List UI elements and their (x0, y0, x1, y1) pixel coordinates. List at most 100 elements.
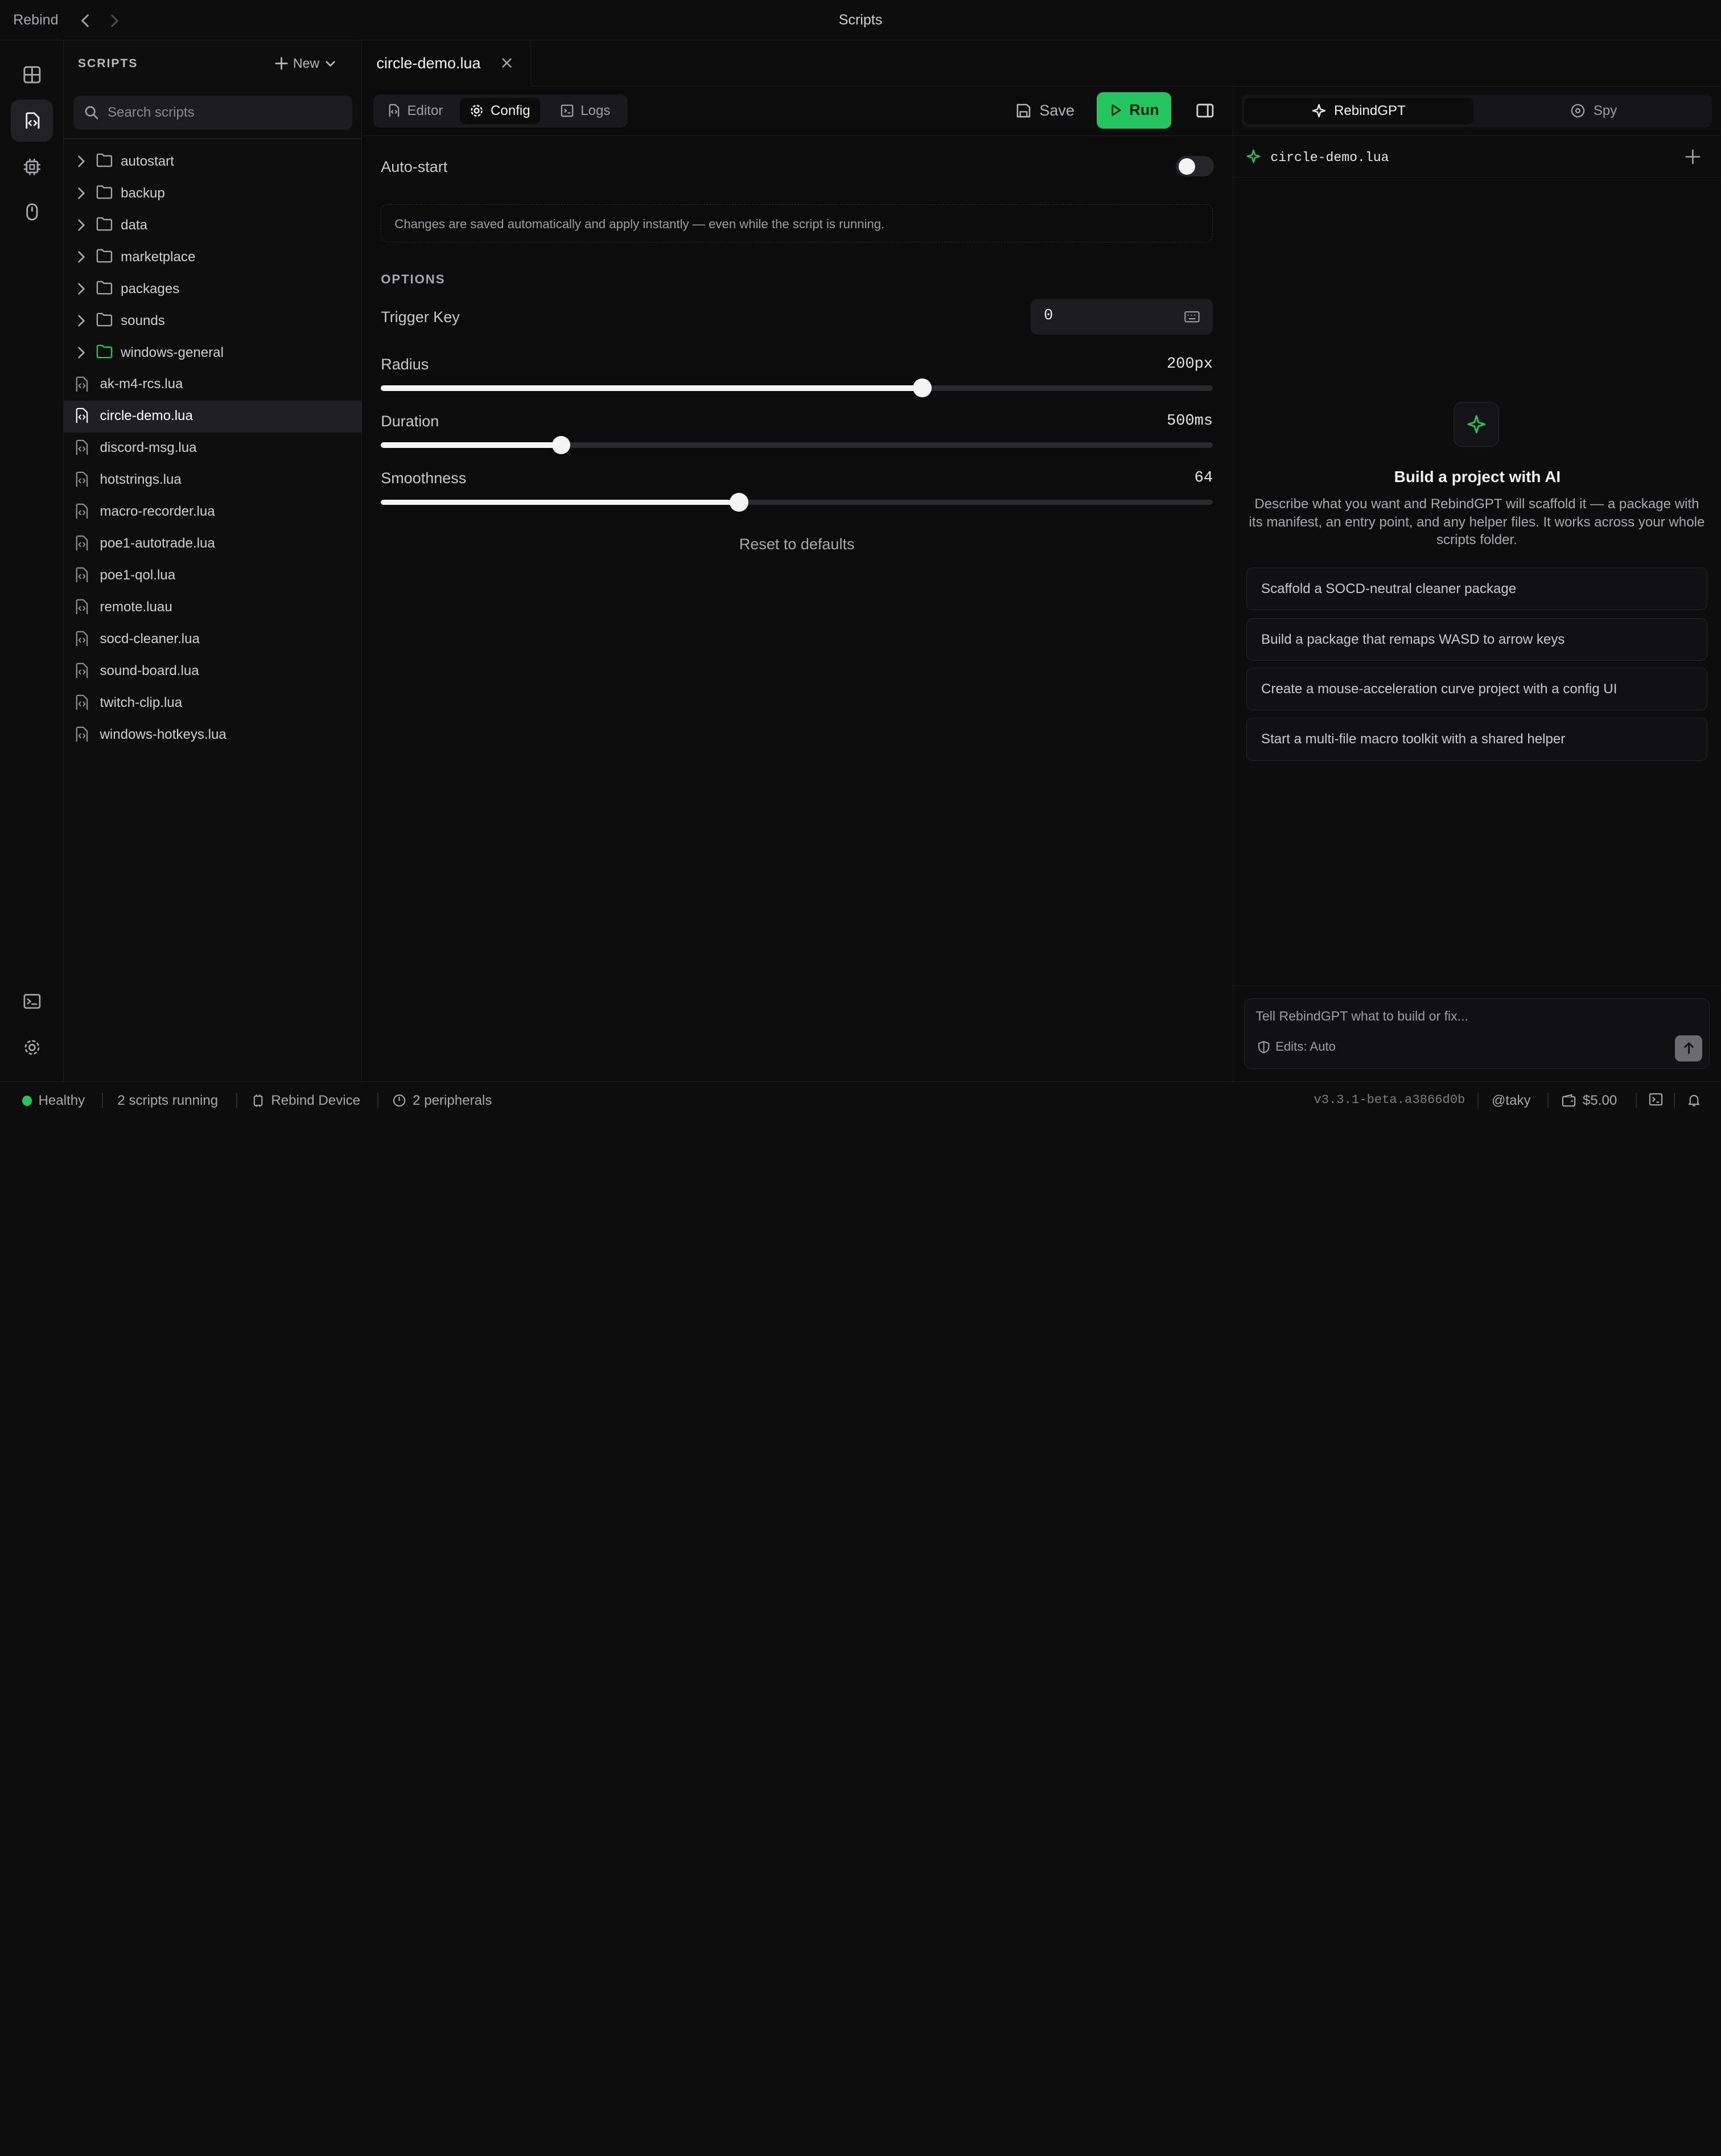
peripherals-status[interactable]: 2 peripherals (393, 1093, 492, 1109)
scripts-sidebar: SCRIPTS New autostart backup data marketpla… (63, 40, 363, 1081)
terminal-icon (1649, 1093, 1663, 1106)
script-item[interactable]: twitch-clip.lua (64, 687, 363, 719)
script-label: discord-msg.lua (100, 440, 197, 456)
script-item[interactable]: macro-recorder.lua (64, 496, 363, 528)
slider-thumb[interactable] (730, 492, 749, 512)
prompt-input[interactable] (1255, 1009, 1662, 1031)
chevron-right-icon[interactable] (73, 186, 89, 201)
edits-mode-button[interactable]: Edits: Auto (1258, 1039, 1336, 1054)
folder-item[interactable]: packages (64, 273, 363, 305)
trigger-key-field[interactable]: 0 (1030, 298, 1213, 335)
folder-icon (96, 312, 113, 327)
chevron-right-icon[interactable] (73, 249, 89, 265)
slider-fill (381, 499, 739, 505)
rail-device-button[interactable] (11, 146, 52, 187)
script-item[interactable]: windows-hotkeys.lua (64, 719, 363, 751)
suggestion-button[interactable]: Scaffold a SOCD-neutral cleaner package (1246, 567, 1707, 611)
nav-rail (0, 40, 64, 1081)
crosshair-icon (1570, 103, 1586, 118)
health-label: Healthy (38, 1092, 85, 1108)
slider-thumb[interactable] (913, 378, 932, 398)
rail-scripts-button[interactable] (11, 100, 53, 142)
status-divider (1674, 1092, 1675, 1108)
folder-item[interactable]: marketplace (64, 241, 363, 273)
script-item[interactable]: sound-board.lua (64, 655, 363, 687)
search-input[interactable] (107, 95, 344, 130)
balance-label: $5.00 (1583, 1092, 1617, 1108)
tab-rebindgpt[interactable]: RebindGPT (1244, 97, 1474, 124)
folder-item[interactable]: windows-general (64, 337, 363, 369)
new-script-button[interactable]: New (274, 54, 337, 73)
auto-start-toggle[interactable] (1175, 155, 1214, 177)
script-label: remote.luau (100, 599, 172, 615)
rail-terminal-button[interactable] (11, 980, 52, 1022)
script-file-icon (73, 726, 90, 743)
running-status[interactable]: 2 scripts running (117, 1093, 218, 1109)
sidebar-title: SCRIPTS (77, 57, 138, 71)
file-code-icon (386, 104, 401, 118)
close-icon[interactable] (500, 56, 514, 70)
chevron-right-icon[interactable] (73, 154, 89, 169)
run-button[interactable]: Run (1096, 92, 1171, 129)
script-item[interactable]: remote.luau (64, 591, 363, 623)
device-status[interactable]: Rebind Device (252, 1093, 360, 1109)
trigger-key-value: 0 (1044, 307, 1053, 324)
settings-icon (22, 1038, 42, 1058)
suggestion-button[interactable]: Create a mouse-acceleration curve projec… (1246, 667, 1707, 710)
folder-label: data (121, 217, 148, 233)
radius-value: 200px (1167, 355, 1213, 373)
script-item[interactable]: hotstrings.lua (64, 464, 363, 496)
folder-item[interactable]: autostart (64, 146, 363, 178)
folder-icon (96, 153, 113, 168)
suggestion-button[interactable]: Start a multi-file macro toolkit with a … (1246, 718, 1707, 761)
chevron-right-icon[interactable] (73, 281, 89, 297)
file-tab[interactable]: circle-demo.lua (363, 40, 532, 87)
folder-label: autostart (121, 153, 174, 169)
balance-status[interactable]: $5.00 (1562, 1093, 1617, 1109)
script-item[interactable]: socd-cleaner.lua (64, 623, 363, 655)
script-file-icon (73, 439, 90, 456)
suggestion-button[interactable]: Build a package that remaps WASD to arro… (1246, 618, 1707, 661)
radius-slider[interactable] (381, 378, 1213, 398)
sidebar-divider (63, 138, 363, 139)
auto-start-label: Auto-start (381, 158, 448, 175)
script-item[interactable]: poe1-qol.lua (64, 559, 363, 591)
script-item[interactable]: ak-m4-rcs.lua (64, 369, 363, 401)
script-item[interactable]: discord-msg.lua (64, 433, 363, 464)
chevron-right-icon[interactable] (73, 345, 89, 360)
folder-item[interactable]: sounds (64, 305, 363, 337)
version-status: v3.3.1-beta.a3866d0b (1314, 1093, 1465, 1107)
send-button[interactable] (1675, 1035, 1703, 1061)
script-label: circle-demo.lua (100, 408, 193, 424)
slider-thumb[interactable] (551, 435, 571, 455)
save-button[interactable]: Save (1015, 97, 1074, 125)
rail-dashboard-button[interactable] (11, 54, 52, 95)
tab-editor-label: Editor (407, 102, 443, 118)
notifications-status[interactable] (1687, 1093, 1701, 1107)
chevron-right-icon[interactable] (73, 313, 89, 328)
rail-mouse-button[interactable] (11, 191, 52, 233)
tab-spy[interactable]: Spy (1479, 98, 1708, 124)
toggle-knob (1179, 158, 1196, 175)
rail-settings-button[interactable] (11, 1026, 52, 1068)
script-label: hotstrings.lua (100, 472, 182, 488)
smoothness-slider[interactable] (381, 492, 1213, 512)
reset-defaults-button[interactable]: Reset to defaults (381, 536, 1213, 553)
tab-editor[interactable]: Editor (376, 98, 452, 124)
panel-toggle-icon[interactable] (1195, 101, 1215, 121)
chevron-right-icon[interactable] (73, 217, 89, 233)
folder-item[interactable]: backup (64, 178, 363, 209)
script-item[interactable]: poe1-autotrade.lua (64, 528, 363, 560)
assistant-panel: RebindGPT Spy circle-demo.lua Build a pr… (1232, 87, 1721, 1081)
user-status[interactable]: @taky (1492, 1093, 1531, 1109)
console-status[interactable] (1649, 1093, 1663, 1106)
editor-toolbar: Editor Config Logs Save Run (363, 87, 1233, 137)
plus-icon[interactable] (1684, 148, 1702, 166)
health-status[interactable]: Healthy (22, 1093, 85, 1109)
tab-logs[interactable]: Logs (550, 98, 620, 124)
duration-slider[interactable] (381, 435, 1213, 455)
tab-config[interactable]: Config (460, 97, 541, 124)
play-icon (1109, 103, 1123, 117)
script-item[interactable]: circle-demo.lua (63, 400, 363, 433)
folder-item[interactable]: data (64, 209, 363, 241)
